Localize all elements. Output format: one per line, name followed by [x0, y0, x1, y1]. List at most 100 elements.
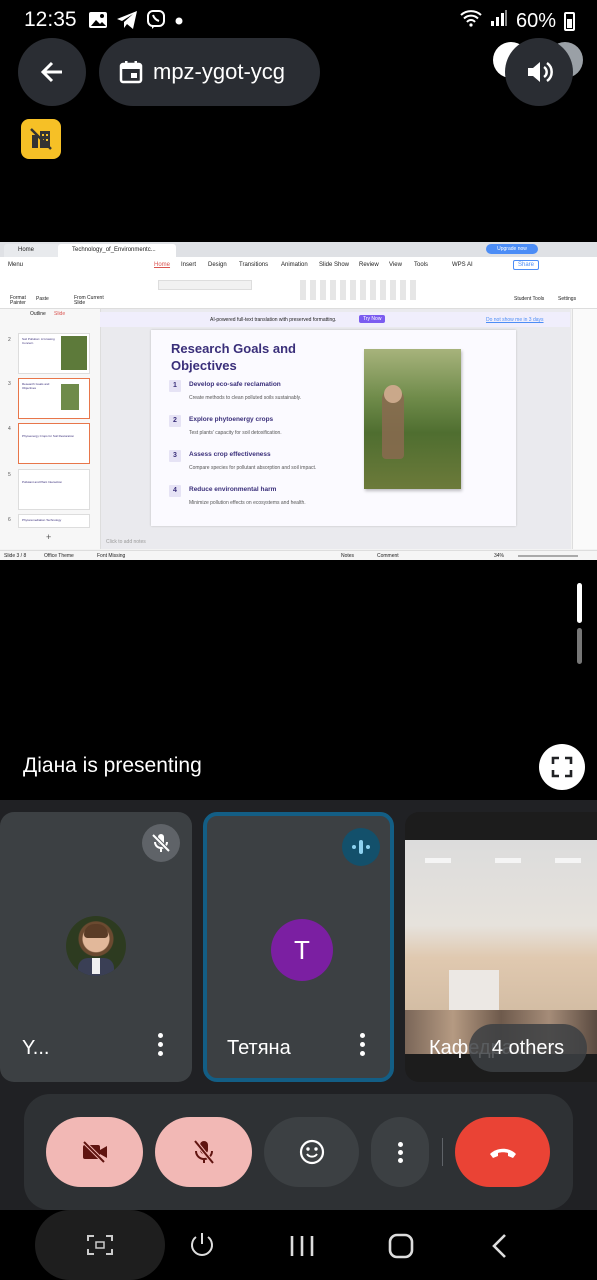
slide-title: Research Goals and Objectives [171, 341, 296, 373]
student-tools-button[interactable]: Student Tools [514, 296, 544, 302]
ribbon-tab-tools[interactable]: Tools [414, 262, 428, 268]
upgrade-button[interactable]: Upgrade now [486, 244, 538, 254]
participant-avatar: T [271, 919, 333, 981]
more-options-button[interactable] [360, 1033, 366, 1060]
meeting-info-button[interactable]: mpz-ygot-ycg [99, 38, 320, 106]
viber-icon [146, 10, 166, 36]
share-button[interactable]: Share [513, 260, 540, 270]
dot-icon [174, 10, 184, 36]
ribbon-tab-wps-ai[interactable]: WPS AI [452, 262, 473, 268]
thumb-number: 2 [8, 337, 11, 343]
ribbon-tab-animation[interactable]: Animation [281, 262, 308, 268]
nav-back-button[interactable] [490, 1232, 510, 1265]
system-icons: 60% [460, 9, 575, 33]
reactions-button[interactable] [264, 1117, 359, 1187]
zoom-slider[interactable] [518, 555, 578, 557]
home-button[interactable] [388, 1233, 414, 1264]
add-slide-button[interactable]: + [46, 532, 51, 542]
status-bar: 12:35 60% [0, 0, 597, 44]
settings-button[interactable]: Settings [558, 296, 576, 302]
mic-muted-badge [142, 824, 180, 862]
back-icon [492, 1234, 506, 1258]
more-options-button[interactable] [158, 1033, 164, 1060]
more-options-button[interactable] [371, 1117, 429, 1187]
ribbon-tab-transitions[interactable]: Transitions [239, 262, 268, 268]
participant-name: Тетяна [227, 1037, 291, 1059]
menu-button[interactable]: Menu [8, 262, 23, 268]
shared-screen: Home Technology_of_Environmentc... Upgra… [0, 242, 597, 560]
try-now-button[interactable]: Try Now [359, 315, 386, 323]
hang-up-button[interactable] [455, 1117, 550, 1187]
notes-toggle[interactable]: Notes [341, 553, 354, 559]
ribbon-tab-view[interactable]: View [389, 262, 402, 268]
no-captions-badge[interactable] [21, 119, 61, 159]
slide-thumbnail[interactable]: Soil Pollution: A Growing Concern [18, 333, 90, 374]
navigation-bar [0, 1210, 597, 1280]
outline-tab[interactable]: Outline [30, 311, 46, 317]
ribbon-tab-home[interactable]: Home [154, 262, 170, 268]
objective-number: 4 [169, 485, 181, 497]
tab-document[interactable]: Technology_of_Environmentc... [58, 244, 176, 257]
notes-placeholder[interactable]: Click to add notes [106, 539, 146, 545]
slide-tab[interactable]: Slide [54, 311, 65, 317]
objective-desc: Minimize pollution effects on ecosystems… [189, 500, 306, 506]
objective-number: 1 [169, 380, 181, 392]
ribbon: Format Painter Paste From Current Slide … [0, 274, 597, 309]
objective-title: Assess crop effectiveness [189, 451, 271, 458]
power-button[interactable] [187, 1230, 217, 1265]
paste-button[interactable]: Paste [36, 296, 49, 302]
calendar-icon [119, 61, 143, 84]
recents-button[interactable] [289, 1234, 315, 1263]
slide-thumbnail[interactable]: Phytoremediation Technology [18, 514, 90, 528]
participant-tile[interactable]: Y... [0, 812, 192, 1082]
participant-tile-active-speaker[interactable]: T Тетяна [203, 812, 394, 1082]
status-time: 12:35 [24, 8, 77, 31]
dismiss-link[interactable]: Do not show me in 3 days [486, 317, 544, 323]
right-toolbar [572, 309, 597, 549]
thumb-number: 4 [8, 426, 11, 432]
divider [442, 1138, 443, 1166]
ribbon-tab-slideshow[interactable]: Slide Show [319, 262, 349, 268]
slide-thumbnail-selected[interactable]: Research Goals and Objectives [18, 378, 90, 419]
font-missing[interactable]: Font Missing [97, 553, 125, 559]
zoom-level: 34% [494, 553, 505, 559]
objective-desc: Create methods to clean polluted soils s… [189, 395, 302, 401]
font-name-select[interactable] [158, 280, 252, 290]
format-painter-button[interactable]: Format Painter [10, 296, 34, 306]
mic-off-icon [192, 1139, 215, 1165]
camera-toggle-button[interactable] [46, 1117, 143, 1187]
fullscreen-button[interactable] [539, 744, 585, 790]
slide-thumbnail[interactable]: Phytoenergy Crops for Soil Restoration [18, 423, 90, 464]
comment-toggle[interactable]: Comment [377, 553, 399, 559]
image-icon [88, 10, 108, 36]
battery-icon [564, 11, 575, 31]
fullscreen-icon [551, 756, 573, 778]
tab-home[interactable]: Home [4, 244, 66, 257]
objective-title: Reduce environmental harm [189, 486, 277, 493]
wifi-icon [460, 9, 482, 33]
translation-banner: AI-powered full-text translation with pr… [100, 312, 570, 327]
ribbon-tab-insert[interactable]: Insert [181, 262, 196, 268]
telegram-icon [116, 10, 138, 36]
objective-desc: Test plants' capacity for soil detoxific… [189, 430, 282, 436]
from-current-slide-button[interactable]: From Current Slide [74, 296, 110, 306]
paragraph-tools[interactable] [300, 280, 420, 300]
screenshot-button[interactable] [35, 1210, 165, 1280]
speaker-button[interactable] [505, 38, 573, 106]
ribbon-tab-review[interactable]: Review [359, 262, 379, 268]
back-button[interactable] [18, 38, 86, 106]
slide-thumbnail[interactable]: Pollutant and Plant Interaction [18, 469, 90, 510]
participant-tile-group[interactable]: Кафедра... 4 others [405, 812, 597, 1082]
others-count[interactable]: 4 others [469, 1024, 587, 1072]
tab-bar: Home Technology_of_Environmentc... Upgra… [0, 242, 597, 257]
participant-avatar [66, 916, 126, 976]
home-icon [388, 1233, 414, 1259]
mic-off-icon [151, 833, 171, 853]
banner-text: AI-powered full-text translation with pr… [210, 317, 337, 323]
slide-photo [364, 349, 461, 489]
ribbon-tab-design[interactable]: Design [208, 262, 227, 268]
app-status-bar: Slide 3 / 8 Office Theme Font Missing No… [0, 550, 597, 560]
mic-toggle-button[interactable] [155, 1117, 252, 1187]
volume-icon [528, 61, 553, 83]
theme-name: Office Theme [44, 553, 74, 559]
